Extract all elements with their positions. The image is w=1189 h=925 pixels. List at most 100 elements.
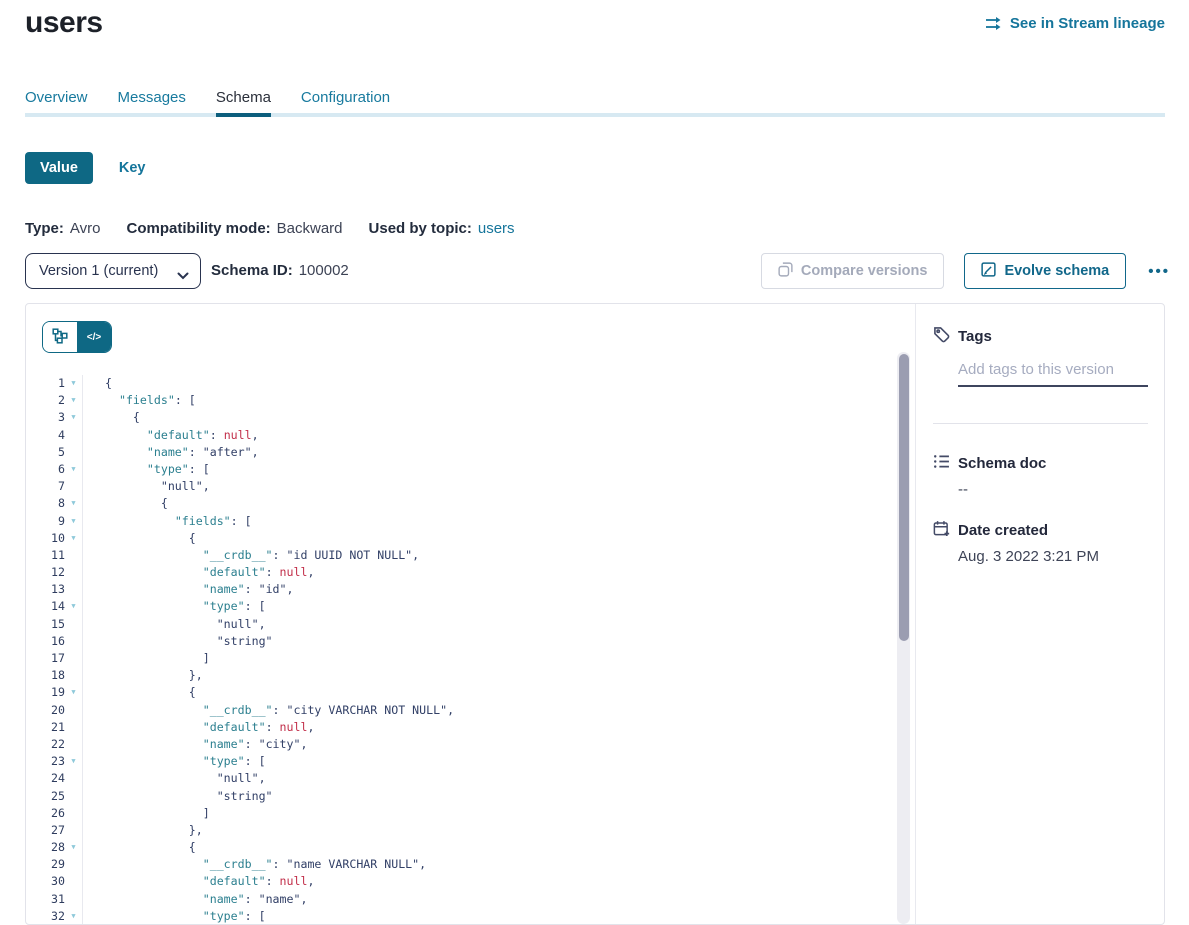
line-number: 15 — [26, 616, 65, 633]
tags-title: Tags — [958, 328, 992, 345]
stream-lineage-link[interactable]: See in Stream lineage — [985, 15, 1165, 32]
code-text: ] — [83, 650, 210, 667]
code-line: 8▼ { — [26, 495, 895, 512]
code-text: }, — [83, 822, 203, 839]
calendar-plus-icon — [933, 520, 950, 541]
version-bar: Version 1 (current) Schema ID: 100002 Co… — [25, 253, 1165, 289]
line-gutter: 25 — [26, 788, 83, 805]
line-number: 19 — [26, 684, 65, 701]
date-created-title: Date created — [958, 522, 1048, 539]
code-text: "null", — [83, 770, 266, 787]
line-number: 30 — [26, 873, 65, 890]
fold-arrow-icon[interactable]: ▼ — [65, 598, 82, 615]
line-number: 2 — [26, 392, 65, 409]
line-gutter: 20 — [26, 702, 83, 719]
line-number: 9 — [26, 513, 65, 530]
add-tags-input[interactable] — [958, 361, 1148, 387]
tab-schema[interactable]: Schema — [216, 89, 271, 106]
line-number: 8 — [26, 495, 65, 512]
line-gutter: 2▼ — [26, 392, 83, 409]
code-line: 24 "null", — [26, 770, 895, 787]
code-line: 3▼ { — [26, 409, 895, 426]
fold-arrow-icon[interactable]: ▼ — [65, 684, 82, 701]
code-text: "string" — [83, 788, 273, 805]
code-line: 15 "null", — [26, 616, 895, 633]
evolve-schema-button[interactable]: Evolve schema — [964, 253, 1126, 289]
code-line: 19▼ { — [26, 684, 895, 701]
code-text: { — [83, 684, 196, 701]
version-select[interactable]: Version 1 (current) — [26, 254, 200, 288]
line-number: 14 — [26, 598, 65, 615]
code-line: 9▼ "fields": [ — [26, 513, 895, 530]
line-number: 29 — [26, 856, 65, 873]
line-gutter: 12 — [26, 564, 83, 581]
fold-arrow-icon[interactable]: ▼ — [65, 513, 82, 530]
key-tab-button[interactable]: Key — [119, 160, 146, 176]
code-text: "__crdb__": "name VARCHAR NULL", — [83, 856, 426, 873]
meta-used-by-topic-value[interactable]: users — [478, 220, 515, 237]
line-number: 11 — [26, 547, 65, 564]
fold-arrow-icon[interactable]: ▼ — [65, 461, 82, 478]
code-text: }, — [83, 667, 203, 684]
fold-arrow-icon[interactable]: ▼ — [65, 495, 82, 512]
code-text: "name": "city", — [83, 736, 307, 753]
fold-arrow-icon[interactable]: ▼ — [65, 392, 82, 409]
meta-compatibility-mode: Compatibility mode:Backward — [126, 220, 342, 237]
line-gutter: 31 — [26, 891, 83, 908]
schema-id-value: 100002 — [299, 262, 349, 279]
tree-view-button[interactable] — [43, 322, 77, 352]
code-text: "fields": [ — [83, 392, 196, 409]
list-icon — [933, 453, 950, 474]
editor-scrollbar-track[interactable] — [897, 352, 910, 924]
fold-arrow-empty — [65, 736, 82, 753]
edit-icon — [981, 262, 996, 281]
line-number: 26 — [26, 805, 65, 822]
code-line: 17 ] — [26, 650, 895, 667]
code-text: "null", — [83, 616, 266, 633]
code-line: 13 "name": "id", — [26, 581, 895, 598]
meta-type-label: Type: — [25, 220, 64, 237]
fold-arrow-empty — [65, 856, 82, 873]
fold-arrow-empty — [65, 444, 82, 461]
code-line: 29 "__crdb__": "name VARCHAR NULL", — [26, 856, 895, 873]
line-gutter: 27 — [26, 822, 83, 839]
fold-arrow-icon[interactable]: ▼ — [65, 409, 82, 426]
schema-code-editor[interactable]: 1▼{2▼ "fields": [3▼ {4 "default": null,5… — [26, 375, 895, 924]
fold-arrow-icon[interactable]: ▼ — [65, 530, 82, 547]
line-gutter: 26 — [26, 805, 83, 822]
code-text: "default": null, — [83, 427, 259, 444]
fold-arrow-icon[interactable]: ▼ — [65, 375, 82, 392]
line-gutter: 9▼ — [26, 513, 83, 530]
fold-arrow-icon[interactable]: ▼ — [65, 839, 82, 856]
line-gutter: 18 — [26, 667, 83, 684]
date-created-value: Aug. 3 2022 3:21 PM — [958, 548, 1148, 565]
line-gutter: 13 — [26, 581, 83, 598]
code-line: 27 }, — [26, 822, 895, 839]
more-options-button[interactable]: ••• — [1146, 259, 1172, 284]
code-line: 14▼ "type": [ — [26, 598, 895, 615]
line-number: 28 — [26, 839, 65, 856]
tab-overview[interactable]: Overview — [25, 89, 88, 106]
line-number: 24 — [26, 770, 65, 787]
fold-arrow-icon[interactable]: ▼ — [65, 753, 82, 770]
line-number: 4 — [26, 427, 65, 444]
line-number: 17 — [26, 650, 65, 667]
schema-view-toggle: </> — [42, 321, 112, 353]
code-line: 11 "__crdb__": "id UUID NOT NULL", — [26, 547, 895, 564]
line-number: 20 — [26, 702, 65, 719]
page-title: users — [25, 6, 103, 40]
tab-messages[interactable]: Messages — [118, 89, 186, 106]
tab-configuration[interactable]: Configuration — [301, 89, 390, 106]
compare-versions-button[interactable]: Compare versions — [761, 253, 945, 289]
line-gutter: 5 — [26, 444, 83, 461]
fold-arrow-empty — [65, 667, 82, 684]
code-view-button[interactable]: </> — [77, 322, 111, 352]
code-text: ] — [83, 805, 210, 822]
value-tab-button[interactable]: Value — [25, 152, 93, 184]
code-text: { — [83, 839, 196, 856]
line-gutter: 11 — [26, 547, 83, 564]
line-gutter: 17 — [26, 650, 83, 667]
line-number: 3 — [26, 409, 65, 426]
tags-section-header: Tags — [933, 327, 1148, 345]
editor-scrollbar-thumb[interactable] — [899, 354, 909, 641]
